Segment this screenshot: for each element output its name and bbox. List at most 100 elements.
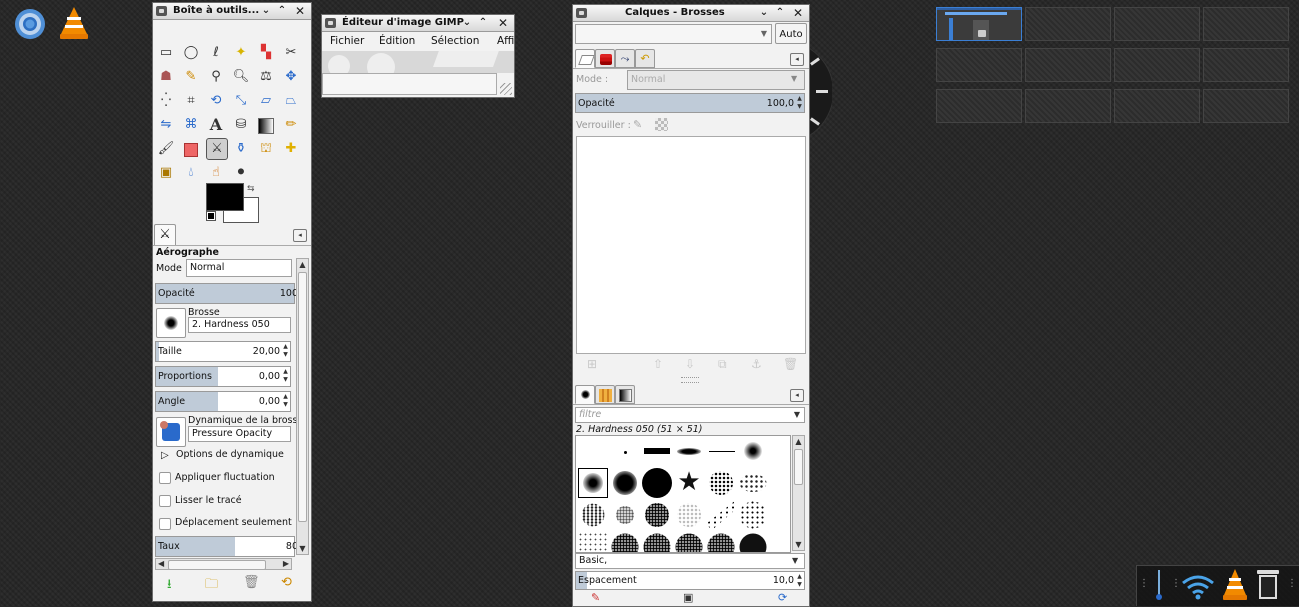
foreground-color-swatch[interactable] [206, 183, 244, 211]
pencil-icon[interactable]: ✏ [281, 115, 301, 135]
brush-item[interactable] [674, 438, 704, 468]
maximize-icon[interactable]: ⌃ [773, 5, 787, 21]
menu-fichier[interactable]: Fichier [330, 32, 364, 50]
ellipse-select-icon[interactable]: ◯ [181, 43, 201, 63]
refresh-brushes-icon[interactable]: ⟳ [778, 593, 787, 604]
brush-item[interactable] [616, 506, 634, 524]
vlc-icon[interactable] [1221, 568, 1249, 602]
bucket-fill-icon[interactable]: ⛁ [231, 115, 251, 135]
maximize-icon[interactable]: ⌃ [275, 3, 289, 19]
workspace-7[interactable] [1114, 48, 1200, 82]
dynamics-name-field[interactable]: Pressure Opacity [188, 426, 291, 442]
move-icon[interactable]: ✥ [281, 67, 301, 87]
paintbrush-icon[interactable]: 🖌︎ [156, 139, 176, 159]
brush-item[interactable] [675, 533, 703, 552]
zoom-icon[interactable]: 🔍︎ [231, 67, 251, 87]
brush-item[interactable] [645, 503, 669, 527]
scroll-left-icon[interactable]: ◀ [158, 559, 164, 568]
brush-item[interactable] [739, 501, 767, 529]
rotate-icon[interactable]: ⟲ [206, 91, 226, 111]
workspace-12[interactable] [1203, 89, 1289, 123]
incremental-checkbox[interactable] [159, 518, 171, 530]
lock-alpha-icon[interactable] [655, 118, 668, 131]
default-colors-icon[interactable] [206, 211, 216, 221]
close-icon[interactable]: ✕ [293, 3, 307, 19]
smooth-stroke-checkbox[interactable] [159, 495, 171, 507]
resize-grip-icon[interactable] [500, 83, 512, 95]
pane-menu-button[interactable]: ◂ [790, 389, 804, 402]
scroll-up-icon[interactable]: ▲ [298, 260, 307, 269]
tray-handle-icon[interactable]: ⋮ [1139, 578, 1149, 589]
menu-selection[interactable]: Sélection [431, 32, 479, 50]
swap-colors-icon[interactable]: ⇆ [247, 184, 255, 194]
color-select-icon[interactable]: ▚ [256, 43, 276, 63]
hscroll-thumb[interactable] [168, 560, 266, 570]
image-selector[interactable]: ▼ [575, 24, 772, 44]
pane-menu-button[interactable]: ◂ [293, 229, 307, 242]
proportions-scale[interactable]: Proportions 0,00 ▲ ▼ [155, 366, 291, 387]
crop-icon[interactable]: ⌗ [181, 91, 201, 111]
workspace-3[interactable] [1114, 7, 1200, 41]
size-scale[interactable]: Taille 20,00 ▲ ▼ [155, 341, 291, 362]
workspace-5[interactable] [936, 48, 1022, 82]
trash-icon[interactable] [1257, 570, 1279, 600]
dynamics-preview-button[interactable] [156, 417, 186, 447]
tab-channels[interactable] [595, 49, 615, 68]
tab-patterns[interactable] [595, 385, 615, 404]
foreground-select-icon[interactable]: ☗ [156, 67, 176, 87]
vlc-launcher[interactable] [58, 6, 90, 40]
brush-item[interactable] [706, 438, 736, 468]
workspace-6[interactable] [1025, 48, 1111, 82]
close-icon[interactable]: ✕ [496, 15, 510, 31]
scroll-thumb[interactable] [794, 449, 803, 485]
fuzzy-select-icon[interactable]: ✦ [231, 43, 251, 63]
restore-options-icon[interactable]: 🗀︎ [205, 575, 218, 597]
chromium-launcher[interactable] [14, 8, 46, 40]
tray-handle-icon[interactable]: ⋮ [1287, 578, 1297, 589]
proportions-spinner[interactable]: ▲ ▼ [282, 368, 289, 384]
brush-item[interactable] [706, 500, 736, 530]
dodge-burn-icon[interactable]: ⚫ [231, 163, 251, 183]
new-brush-icon[interactable]: ▣ [683, 593, 693, 604]
brush-preview-button[interactable] [156, 308, 186, 338]
scroll-thumb[interactable] [298, 272, 307, 522]
delete-layer-icon[interactable]: 🗑︎ [783, 357, 798, 371]
ink-icon[interactable]: ⚱ [231, 139, 251, 159]
menu-chevron-icon[interactable]: ⌄ [460, 15, 474, 31]
size-spinner[interactable]: ▲ ▼ [282, 343, 289, 359]
apply-jitter-checkbox[interactable] [159, 472, 171, 484]
pane-resize-handle[interactable] [681, 377, 699, 383]
brush-item[interactable] [581, 503, 605, 527]
tool-options-hscrollbar[interactable]: ◀ ▶ [155, 558, 292, 570]
tab-paths[interactable]: ⤳ [615, 49, 635, 68]
brush-item[interactable] [642, 468, 672, 498]
opacity-scale[interactable]: Opacité 100 [155, 283, 298, 304]
menu-affichage[interactable]: Affi [497, 32, 514, 50]
angle-scale[interactable]: Angle 0,00 ▲ ▼ [155, 391, 291, 412]
perspective-clone-icon[interactable]: ▣ [156, 163, 176, 183]
tab-brushes[interactable] [575, 385, 595, 404]
layer-opacity-scale[interactable]: Opacité 100,0 ▲ ▼ [575, 93, 805, 113]
layer-opacity-spinner[interactable]: ▲ ▼ [796, 95, 803, 111]
brush-item[interactable] [578, 532, 608, 552]
delete-options-icon[interactable]: 🗑︎ [243, 575, 260, 590]
scroll-up-icon[interactable]: ▲ [794, 437, 803, 446]
brush-item[interactable] [739, 474, 767, 492]
duplicate-layer-icon[interactable]: ⧉ [718, 357, 727, 372]
workspace-2[interactable] [1025, 7, 1111, 41]
menu-edition[interactable]: Édition [379, 32, 415, 50]
angle-spinner[interactable]: ▲ ▼ [282, 393, 289, 409]
smudge-icon[interactable]: ☝ [206, 163, 226, 183]
workspace-8[interactable] [1203, 48, 1289, 82]
tool-options-scrollbar[interactable]: ▲ ▼ [296, 258, 309, 555]
layers-list[interactable] [576, 136, 806, 354]
brush-item[interactable] [738, 438, 768, 468]
free-select-icon[interactable]: ℓ [206, 43, 226, 63]
brush-item[interactable] [611, 533, 639, 552]
menu-chevron-icon[interactable]: ⌄ [259, 3, 273, 19]
save-options-icon[interactable]: ⭳ [167, 575, 172, 597]
brush-name-field[interactable]: 2. Hardness 050 [188, 317, 291, 333]
scissors-icon[interactable]: ✂ [281, 43, 301, 63]
brush-item-selected[interactable] [578, 468, 608, 498]
align-icon[interactable]: ⁛ [156, 91, 176, 111]
